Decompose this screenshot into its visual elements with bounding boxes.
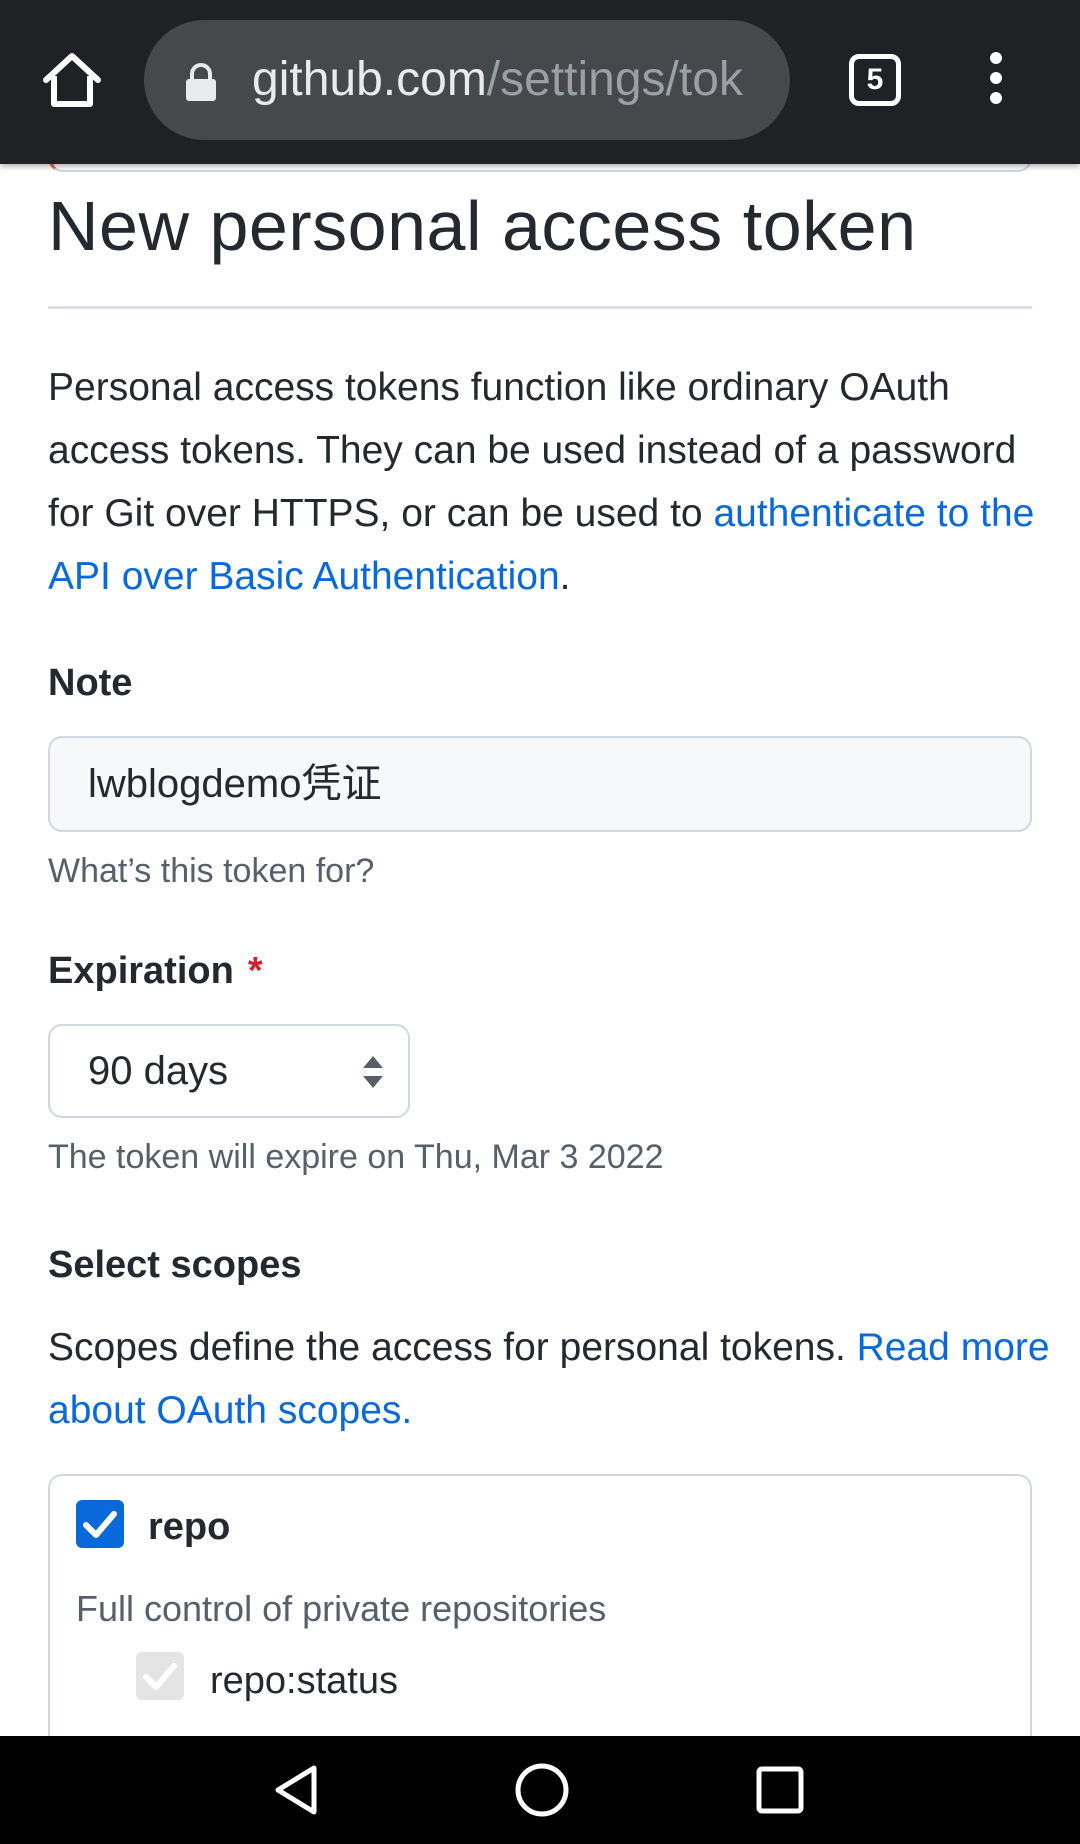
check-icon <box>143 1663 177 1690</box>
expiration-select[interactable]: 90 days <box>48 1024 410 1118</box>
tab-count: 5 <box>866 63 884 96</box>
scopes-description: Scopes define the access for personal to… <box>48 1316 1058 1442</box>
url-path: /settings/tok <box>486 53 743 106</box>
page-title: New personal access token <box>48 187 917 265</box>
description-end: . <box>559 555 571 598</box>
home-icon[interactable] <box>40 48 104 112</box>
page-description: Personal access tokens function like ord… <box>48 356 1048 608</box>
android-nav-bar <box>0 1736 1080 1844</box>
note-hint: What’s this token for? <box>48 852 375 890</box>
back-icon[interactable] <box>270 1762 326 1818</box>
repo-checkbox[interactable] <box>76 1500 124 1548</box>
more-vert-icon[interactable] <box>980 52 1012 108</box>
url-domain: github.com <box>252 53 487 106</box>
repo-status-scope-name: repo:status <box>210 1660 398 1702</box>
recents-icon[interactable] <box>756 1766 804 1814</box>
select-arrows-icon <box>363 1056 383 1088</box>
expiration-label-text: Expiration <box>48 950 234 992</box>
repo-scope-description: Full control of private repositories <box>76 1588 607 1629</box>
expiration-label: Expiration * <box>48 950 263 993</box>
repo-scope-name: repo <box>148 1506 231 1548</box>
lock-icon <box>186 63 216 101</box>
check-icon <box>83 1511 117 1538</box>
title-divider <box>48 306 1032 309</box>
scopes-description-text: Scopes define the access for personal to… <box>48 1326 857 1369</box>
required-mark: * <box>247 950 263 992</box>
browser-toolbar: github.com/settings/tok 5 <box>0 0 1080 164</box>
scopes-label: Select scopes <box>48 1244 302 1286</box>
repo-status-checkbox[interactable] <box>136 1652 184 1700</box>
expiration-selected: 90 days <box>88 1049 229 1093</box>
note-label: Note <box>48 662 133 704</box>
home-circle-icon[interactable] <box>514 1762 570 1818</box>
expiration-hint: The token will expire on Thu, Mar 3 2022 <box>48 1138 664 1176</box>
note-input[interactable]: lwblogdemo凭证 <box>48 736 1032 832</box>
url-text: github.com/settings/tok <box>252 20 772 140</box>
url-bar[interactable]: github.com/settings/tok <box>144 20 790 140</box>
tabs-icon[interactable]: 5 <box>849 54 901 106</box>
